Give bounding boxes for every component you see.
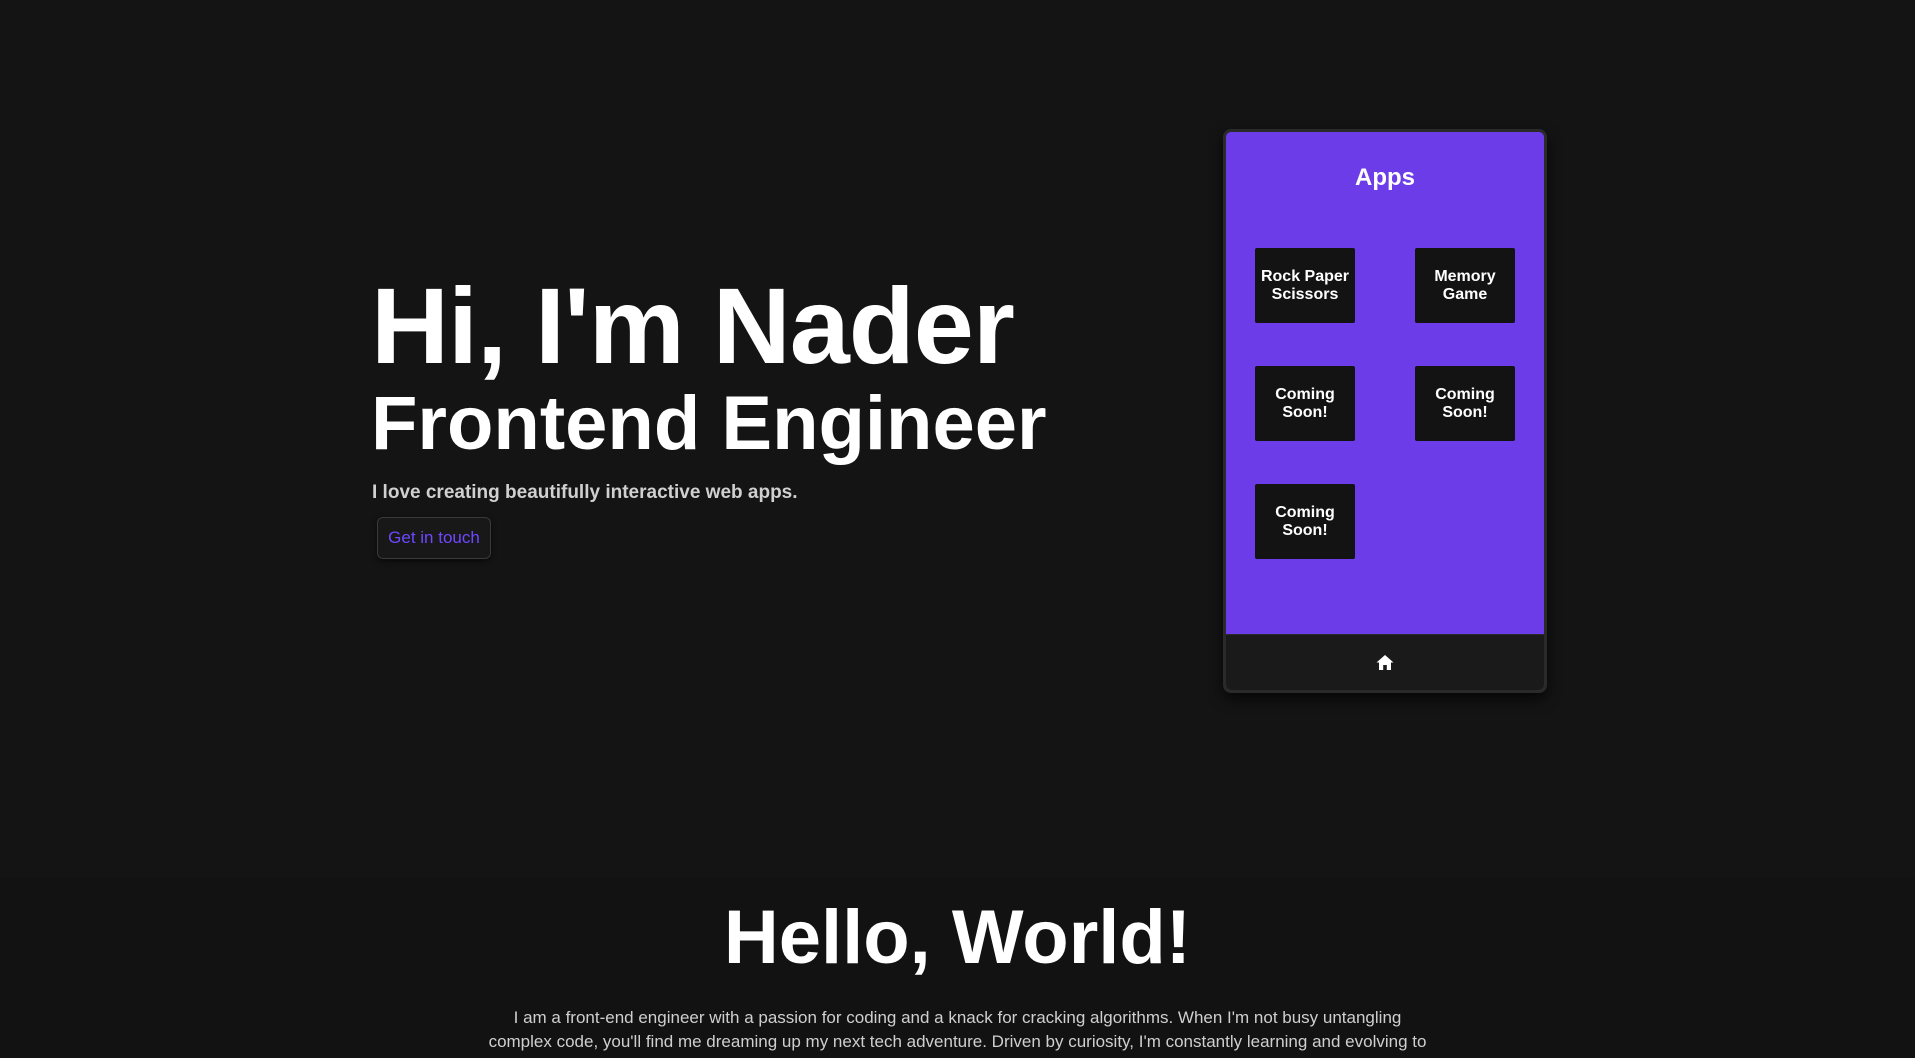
get-in-touch-button[interactable]: Get in touch	[377, 517, 491, 559]
app-tile-memory-game[interactable]: Memory Game	[1415, 248, 1515, 323]
apps-phone: Apps Rock Paper Scissors Memory Game Com…	[1223, 129, 1547, 693]
hero-tagline: I love creating beautifully interactive …	[372, 482, 798, 503]
app-tile-coming-soon[interactable]: Coming Soon!	[1255, 484, 1355, 559]
hero-text: Hi, I'm Nader Frontend Engineer I love c…	[371, 265, 1047, 559]
hero-section: Hi, I'm Nader Frontend Engineer I love c…	[0, 0, 1915, 878]
hero-title: Hi, I'm Nader	[371, 265, 1015, 386]
app-tile-rock-paper-scissors[interactable]: Rock Paper Scissors	[1255, 248, 1355, 323]
home-icon[interactable]	[1375, 653, 1395, 673]
about-text: I am a front-end engineer with a passion…	[488, 1008, 1427, 1051]
app-tile-coming-soon[interactable]: Coming Soon!	[1415, 366, 1515, 441]
apps-title: Apps	[1355, 164, 1415, 191]
about-title: Hello, World!	[723, 895, 1192, 980]
app-tile-coming-soon[interactable]: Coming Soon!	[1255, 366, 1355, 441]
about-section: Hello, World! I am a front-end engineer …	[0, 878, 1915, 1058]
hero-subtitle: Frontend Engineer	[371, 381, 1047, 466]
phone-footer	[1226, 634, 1544, 690]
